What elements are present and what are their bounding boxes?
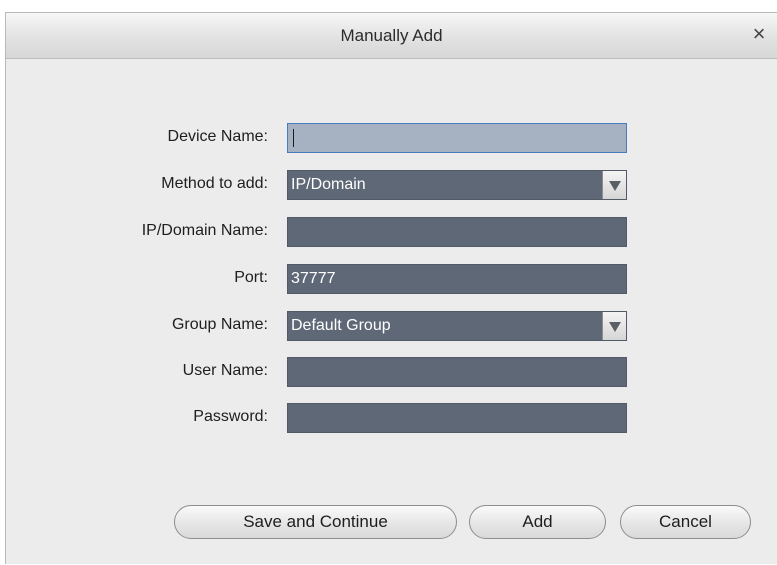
user-name-row: User Name:	[6, 357, 777, 387]
group-name-label: Group Name:	[171, 316, 268, 333]
password-row: Password:	[6, 403, 777, 433]
group-name-select[interactable]: Default Group	[287, 311, 627, 341]
port-row: Port: 37777	[6, 264, 777, 294]
method-to-add-value: IP/Domain	[291, 176, 366, 193]
text-caret	[293, 128, 294, 147]
chevron-down-icon[interactable]	[602, 312, 626, 340]
method-to-add-row: Method to add: IP/Domain	[6, 170, 777, 200]
user-name-label: User Name:	[182, 362, 268, 379]
group-name-value: Default Group	[291, 317, 391, 334]
method-to-add-label: Method to add:	[161, 175, 268, 192]
save-and-continue-button[interactable]: Save and Continue	[174, 505, 457, 539]
method-to-add-select[interactable]: IP/Domain	[287, 170, 627, 200]
password-input[interactable]	[287, 403, 627, 433]
add-device-form: Device Name: Method to add: IP/Domain IP…	[6, 13, 777, 565]
manually-add-dialog: Manually Add × Device Name: Method to ad…	[5, 12, 777, 564]
cancel-button[interactable]: Cancel	[620, 505, 751, 539]
ip-domain-name-label: IP/Domain Name:	[141, 222, 268, 239]
port-input[interactable]: 37777	[287, 264, 627, 294]
password-label: Password:	[193, 408, 268, 425]
ip-domain-name-input[interactable]	[287, 217, 627, 247]
add-button[interactable]: Add	[469, 505, 606, 539]
user-name-input[interactable]	[287, 357, 627, 387]
device-name-row: Device Name:	[6, 123, 777, 153]
port-value: 37777	[291, 270, 336, 287]
port-label: Port:	[234, 269, 268, 286]
device-name-label: Device Name:	[167, 128, 268, 145]
ip-domain-name-row: IP/Domain Name:	[6, 217, 777, 247]
group-name-row: Group Name: Default Group	[6, 311, 777, 341]
device-name-input[interactable]	[287, 123, 627, 153]
chevron-down-icon[interactable]	[602, 171, 626, 199]
